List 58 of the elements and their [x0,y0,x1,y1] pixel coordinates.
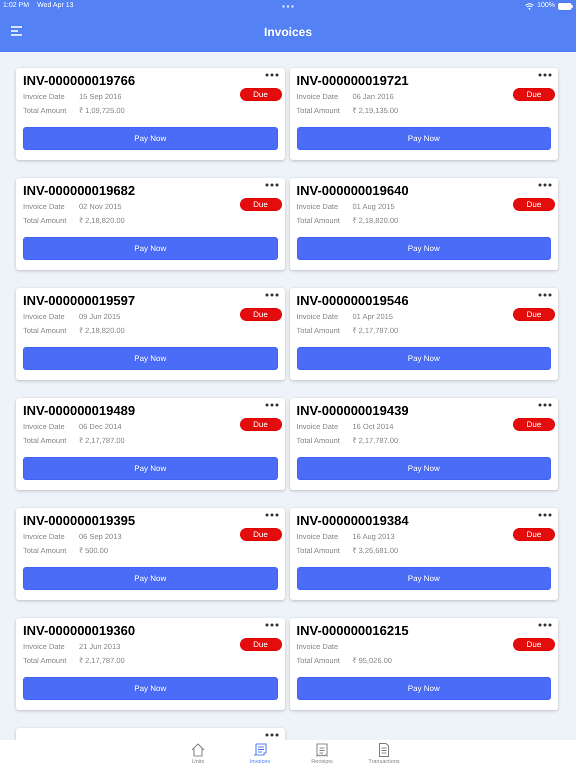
more-icon[interactable] [264,733,278,737]
more-icon[interactable] [264,403,278,407]
menu-icon[interactable] [11,26,23,36]
status-badge: Due [513,198,555,211]
invoice-number: INV-000000019489 [23,403,136,419]
invoice-number: INV-000000016215 [296,623,409,639]
pay-now-button[interactable]: Pay Now [296,347,551,370]
status-badge: Due [513,418,555,431]
more-icon[interactable] [538,183,552,187]
more-icon[interactable] [264,513,278,517]
pay-now-button[interactable]: Pay Now [296,127,551,150]
pay-now-button[interactable]: Pay Now [23,347,278,370]
invoice-number: INV-000000019597 [23,293,136,309]
more-icon[interactable] [538,293,552,297]
status-badge: Due [513,308,555,321]
invoice-number: INV-000000019439 [296,403,409,419]
multitasking-dots-icon [282,5,294,8]
battery-icon [558,2,573,10]
pay-now-button[interactable]: Pay Now [296,567,551,590]
pay-now-button[interactable]: Pay Now [296,677,551,700]
more-icon[interactable] [264,623,278,627]
pay-now-button[interactable]: Pay Now [23,127,278,150]
invoice-number: INV-000000019766 [23,73,136,89]
status-badge: Due [240,528,282,541]
status-badge: Due [240,418,282,431]
status-badge: Due [240,638,282,651]
status-badge: Due [240,88,282,101]
document-icon [376,742,392,758]
invoice-number: INV-000000019546 [296,293,409,309]
invoice-number: INV-000000019640 [296,183,409,199]
more-icon[interactable] [538,403,552,407]
status-badge: Due [240,198,282,211]
status-badge: Due [513,528,555,541]
more-icon[interactable] [538,623,552,627]
pay-now-button[interactable]: Pay Now [23,237,278,260]
pay-now-button[interactable]: Pay Now [296,457,551,480]
pay-now-button[interactable]: Pay Now [296,237,551,260]
invoice-number: INV-000000019682 [23,183,136,199]
more-icon[interactable] [264,183,278,187]
status-badge: Due [513,88,555,101]
status-badge: Due [513,638,555,651]
page-title: Invoices [264,24,312,41]
pay-now-button[interactable]: Pay Now [23,457,278,480]
pay-now-button[interactable]: Pay Now [23,567,278,590]
scroll-icon [252,742,268,758]
invoice-number: INV-000000019360 [23,623,136,639]
receipt-icon [314,742,330,758]
invoice-number: INV-000000019395 [23,513,136,529]
more-icon[interactable] [264,73,278,77]
invoice-number: INV-000000019384 [296,513,409,529]
more-icon[interactable] [538,513,552,517]
pay-now-button[interactable]: Pay Now [23,677,278,700]
wifi-icon [525,2,534,10]
invoice-number: INV-000000019721 [296,73,409,89]
more-icon[interactable] [538,73,552,77]
home-icon [190,742,206,758]
more-icon[interactable] [264,293,278,297]
status-badge: Due [240,308,282,321]
